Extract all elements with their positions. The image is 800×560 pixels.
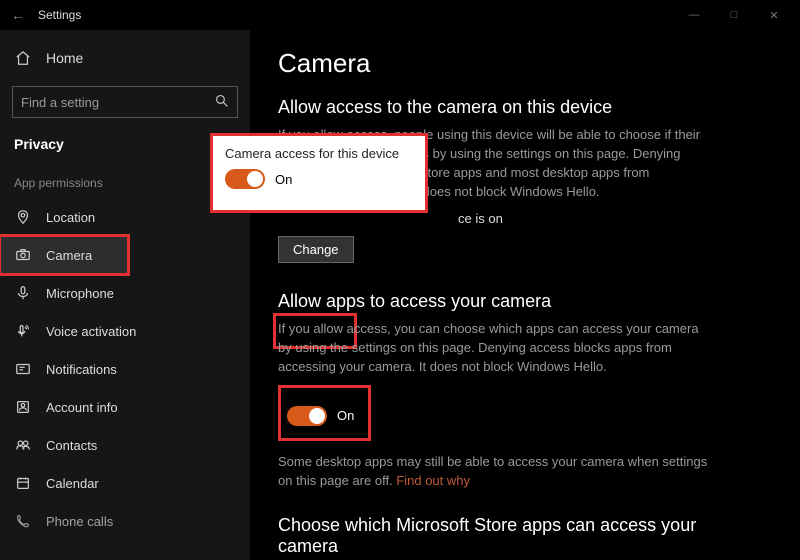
phone-icon	[14, 512, 32, 530]
sidebar-item-calendar[interactable]: Calendar	[0, 464, 250, 502]
sidebar-item-contacts[interactable]: Contacts	[0, 426, 250, 464]
toggle-state: On	[337, 408, 354, 423]
maximize-button[interactable]: □	[714, 0, 754, 30]
section-heading: Allow access to the camera on this devic…	[278, 97, 772, 118]
main-content: Camera Allow access to the camera on thi…	[250, 30, 800, 560]
sidebar-item-label: Account info	[46, 400, 118, 415]
desktop-apps-note: Some desktop apps may still be able to a…	[278, 453, 708, 491]
section-apps-access: Allow apps to access your camera If you …	[278, 291, 772, 490]
microphone-icon	[14, 284, 32, 302]
page-title: Camera	[278, 48, 772, 79]
close-button[interactable]: ✕	[754, 0, 794, 30]
camera-access-popup: Camera access for this device On	[210, 133, 428, 213]
sidebar-item-label: Notifications	[46, 362, 117, 377]
sidebar-item-phone-calls[interactable]: Phone calls	[0, 502, 250, 540]
section-choose-apps: Choose which Microsoft Store apps can ac…	[278, 515, 772, 560]
sidebar-item-label: Phone calls	[46, 514, 113, 529]
find-out-why-link[interactable]: Find out why	[396, 473, 470, 488]
calendar-icon	[14, 474, 32, 492]
sidebar-item-account-info[interactable]: Account info	[0, 388, 250, 426]
toggle-state: On	[275, 172, 292, 187]
sidebar-item-label: Microphone	[46, 286, 114, 301]
home-icon	[14, 49, 32, 67]
minimize-button[interactable]: —	[674, 0, 714, 30]
sidebar-item-voice-activation[interactable]: Voice activation	[0, 312, 250, 350]
window-title: Settings	[38, 8, 81, 22]
section-desc: If you allow access, you can choose whic…	[278, 320, 708, 377]
voice-icon	[14, 322, 32, 340]
section-heading: Allow apps to access your camera	[278, 291, 772, 312]
nav-home-label: Home	[46, 50, 83, 66]
camera-icon	[14, 246, 32, 264]
popup-title: Camera access for this device	[225, 146, 413, 161]
sidebar-item-label: Calendar	[46, 476, 99, 491]
back-icon[interactable]: ←	[6, 7, 30, 23]
search-icon	[215, 94, 229, 111]
nav-home[interactable]: Home	[0, 36, 250, 80]
device-access-status: ce is on	[278, 211, 772, 226]
change-button[interactable]: Change	[278, 236, 354, 263]
apps-access-toggle[interactable]	[287, 406, 327, 426]
notifications-icon	[14, 360, 32, 378]
sidebar-item-label: Voice activation	[46, 324, 136, 339]
search-input[interactable]: Find a setting	[12, 86, 238, 118]
section-heading: Choose which Microsoft Store apps can ac…	[278, 515, 708, 557]
highlight-box: On	[278, 385, 371, 441]
search-placeholder: Find a setting	[21, 95, 99, 110]
sidebar: Home Find a setting Privacy App permissi…	[0, 30, 250, 560]
device-access-toggle[interactable]	[225, 169, 265, 189]
contacts-icon	[14, 436, 32, 454]
sidebar-item-notifications[interactable]: Notifications	[0, 350, 250, 388]
location-icon	[14, 208, 32, 226]
sidebar-item-camera[interactable]: Camera	[0, 236, 128, 274]
sidebar-item-microphone[interactable]: Microphone	[0, 274, 250, 312]
sidebar-item-label: Camera	[46, 248, 92, 263]
account-icon	[14, 398, 32, 416]
sidebar-item-label: Location	[46, 210, 95, 225]
sidebar-item-label: Contacts	[46, 438, 97, 453]
